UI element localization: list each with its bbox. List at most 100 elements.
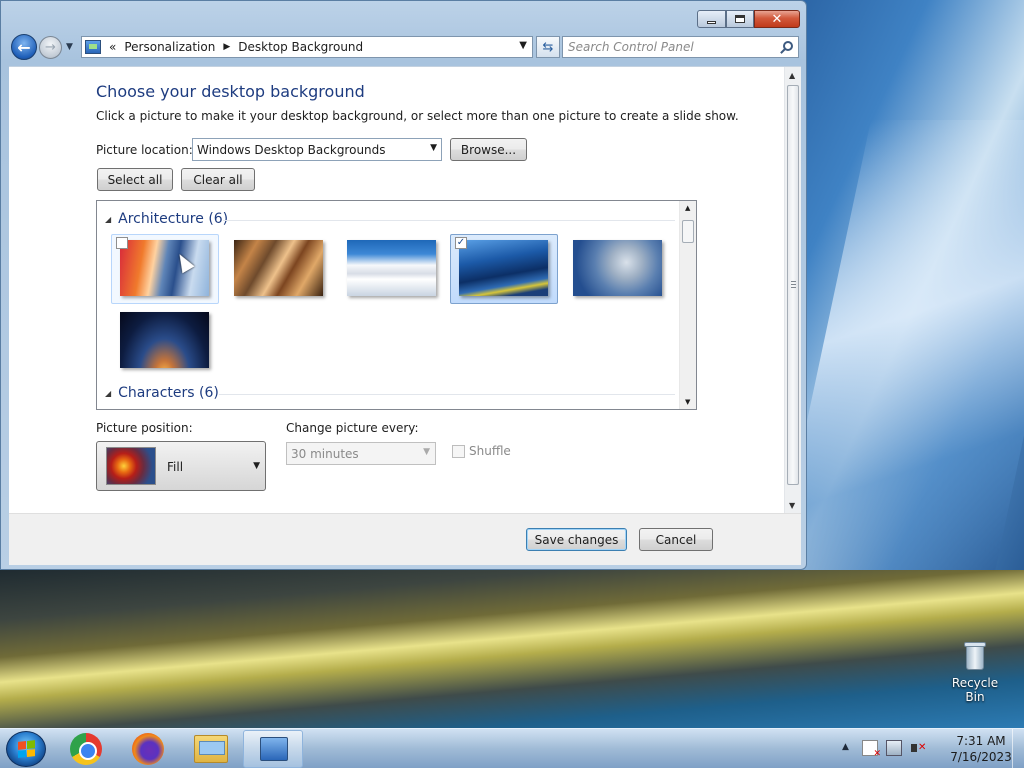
breadcrumb-personalization[interactable]: Personalization (124, 40, 215, 54)
scroll-down-icon[interactable]: ▼ (789, 501, 795, 510)
clear-all-button[interactable]: Clear all (181, 168, 255, 191)
page-description: Click a picture to make it your desktop … (96, 109, 739, 123)
scroll-thumb[interactable] (787, 85, 799, 485)
scroll-down-icon[interactable]: ▼ (685, 398, 690, 406)
cancel-button[interactable]: Cancel (639, 528, 713, 551)
minimize-icon (707, 20, 716, 24)
content-scrollbar[interactable]: ▲ ▼ (784, 67, 801, 514)
firefox-icon[interactable] (132, 733, 164, 765)
close-icon: ✕ (771, 11, 783, 27)
select-all-button[interactable]: Select all (97, 168, 173, 191)
save-changes-button[interactable]: Save changes (526, 528, 627, 551)
search-input[interactable]: Search Control Panel (562, 36, 799, 58)
scroll-up-icon[interactable]: ▲ (789, 71, 795, 80)
minimize-button[interactable] (697, 10, 726, 28)
navigation-bar: ← → ▼ « Personalization ▶ Desktop Backgr… (9, 33, 801, 61)
picture-tile[interactable] (564, 234, 672, 304)
picture-location-label: Picture location: (96, 143, 193, 157)
refresh-button[interactable]: ⇆ (536, 36, 560, 58)
change-picture-label: Change picture every: (286, 421, 419, 435)
group-header-characters[interactable]: ◢ Characters (6) (105, 385, 219, 401)
picture-location-value: Windows Desktop Backgrounds (197, 143, 386, 157)
picture-tile[interactable] (225, 234, 333, 304)
action-center-icon[interactable] (862, 740, 881, 759)
shuffle-checkbox[interactable]: Shuffle (452, 444, 511, 458)
architecture-picture-4 (459, 240, 548, 296)
clock-date: 7/16/2023 (950, 750, 1012, 764)
chrome-icon[interactable] (70, 733, 102, 765)
picture-list: ◢ Architecture (6) ✓ ◢ Characters (6) ▲ … (96, 200, 697, 410)
chevron-down-icon: ▼ (423, 447, 430, 457)
architecture-picture-6 (120, 312, 209, 368)
control-panel-icon (85, 40, 101, 54)
close-button[interactable]: ✕ (754, 10, 800, 28)
scroll-up-icon[interactable]: ▲ (685, 204, 690, 212)
group-header-architecture[interactable]: ◢ Architecture (6) (105, 211, 228, 227)
picture-list-scrollbar[interactable]: ▲ ▼ (679, 201, 696, 409)
shuffle-label: Shuffle (469, 444, 511, 458)
maximize-button[interactable] (726, 10, 754, 28)
architecture-picture-2 (234, 240, 323, 296)
architecture-picture-3 (347, 240, 436, 296)
taskbar: ▲ 7:31 AM 7/16/2023 (0, 728, 1024, 768)
recycle-bin-icon (962, 640, 988, 672)
desktop-background-window: ✕ ← → ▼ « Personalization ▶ Desktop Back… (0, 0, 807, 570)
show-desktop-button[interactable] (1012, 729, 1024, 768)
picture-position-select[interactable]: Fill ▼ (96, 441, 266, 491)
checkbox-box[interactable] (452, 444, 465, 458)
breadcrumb-overflow[interactable]: « (109, 40, 116, 54)
picture-tile[interactable] (111, 306, 219, 376)
picture-tile-selected[interactable]: ✓ (450, 234, 558, 304)
dialog-footer: Save changes Cancel (9, 513, 801, 565)
collapse-triangle-icon[interactable]: ◢ (105, 389, 111, 398)
collapse-triangle-icon[interactable]: ◢ (105, 215, 111, 224)
address-bar[interactable]: « Personalization ▶ Desktop Background ▼ (81, 36, 533, 58)
address-history-dropdown-icon[interactable]: ▼ (519, 40, 527, 51)
group-title: Architecture (6) (118, 211, 229, 227)
wallpaper-stripe (0, 570, 1024, 728)
back-arrow-icon: ← (17, 37, 31, 57)
position-preview-image (106, 447, 156, 485)
forward-button[interactable]: → (39, 36, 62, 59)
control-panel-icon (260, 737, 288, 761)
volume-muted-icon[interactable] (910, 740, 926, 756)
picture-checkbox[interactable] (116, 237, 128, 249)
chevron-down-icon: ▼ (430, 143, 437, 153)
refresh-icon: ⇆ (542, 39, 554, 55)
picture-checkbox-checked[interactable]: ✓ (455, 237, 467, 249)
group-divider (219, 394, 675, 395)
breadcrumb-chevron-icon[interactable]: ▶ (223, 42, 230, 52)
search-icon[interactable] (783, 41, 793, 51)
breadcrumb-desktop-background[interactable]: Desktop Background (238, 40, 363, 54)
group-divider (223, 220, 675, 221)
taskbar-control-panel-button[interactable] (243, 730, 303, 768)
file-explorer-icon[interactable] (194, 735, 228, 763)
chevron-down-icon: ▼ (253, 461, 260, 471)
windows-logo-icon (18, 740, 35, 758)
browse-button[interactable]: Browse... (450, 138, 527, 161)
change-picture-value: 30 minutes (291, 447, 359, 461)
architecture-picture-1 (120, 240, 209, 296)
architecture-picture-5 (573, 240, 662, 296)
content-pane: Choose your desktop background Click a p… (9, 66, 801, 514)
start-button[interactable] (6, 731, 46, 767)
back-button[interactable]: ← (11, 34, 37, 60)
change-picture-interval-select[interactable]: 30 minutes ▼ (286, 442, 436, 465)
recycle-bin[interactable]: Recycle Bin (942, 640, 1008, 704)
picture-position-value: Fill (167, 460, 184, 474)
clock[interactable]: 7:31 AM 7/16/2023 (944, 733, 1018, 765)
network-icon[interactable] (886, 740, 902, 756)
search-placeholder: Search Control Panel (568, 40, 694, 54)
picture-location-select[interactable]: Windows Desktop Backgrounds ▼ (192, 138, 442, 161)
picture-tile[interactable] (111, 234, 219, 304)
recycle-bin-label: Recycle Bin (951, 676, 999, 704)
group-title: Characters (6) (118, 385, 219, 401)
maximize-icon (735, 15, 745, 23)
caption-buttons: ✕ (697, 10, 800, 28)
clock-time: 7:31 AM (956, 734, 1006, 748)
picture-tile[interactable] (338, 234, 446, 304)
forward-arrow-icon: → (45, 40, 56, 55)
recent-pages-dropdown-icon[interactable]: ▼ (66, 42, 73, 52)
scroll-thumb[interactable] (682, 220, 694, 243)
show-hidden-icons-icon[interactable]: ▲ (842, 742, 849, 752)
